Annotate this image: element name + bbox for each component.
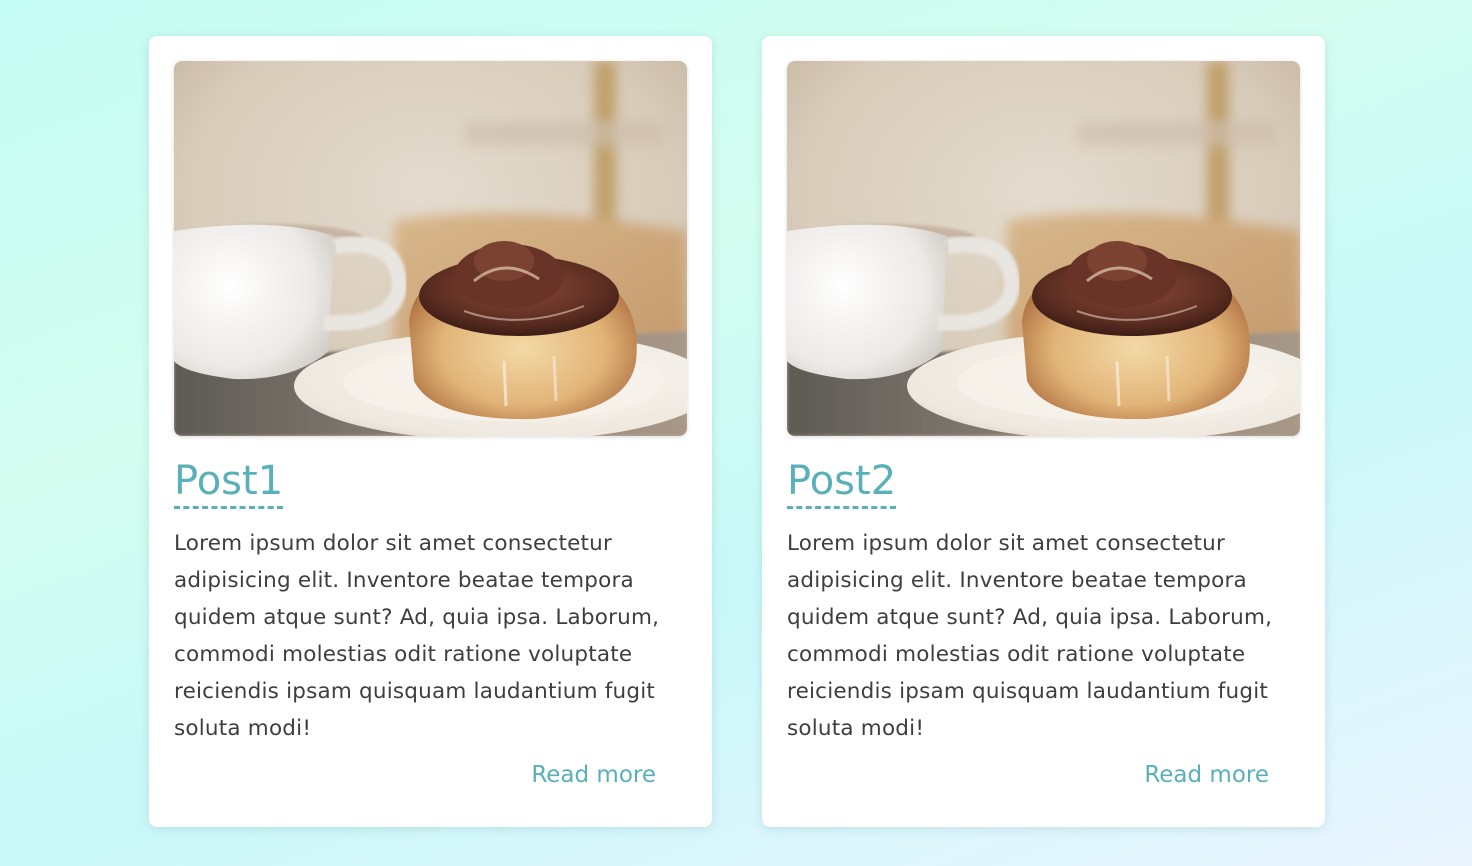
- post-title: Post2: [787, 456, 897, 509]
- read-more-link[interactable]: Read more: [1144, 762, 1269, 788]
- post-card: Post2 Lorem ipsum dolor sit amet consect…: [762, 36, 1325, 827]
- post-list: Post1 Lorem ipsum dolor sit amet consect…: [149, 36, 1325, 827]
- post-body: Lorem ipsum dolor sit amet consectetur a…: [174, 531, 660, 741]
- read-more-link[interactable]: Read more: [531, 762, 656, 788]
- post-body: Lorem ipsum dolor sit amet consectetur a…: [787, 531, 1273, 741]
- post-image: [174, 61, 687, 436]
- post-image: [787, 61, 1300, 436]
- post-card: Post1 Lorem ipsum dolor sit amet consect…: [149, 36, 712, 827]
- post-title: Post1: [174, 456, 284, 509]
